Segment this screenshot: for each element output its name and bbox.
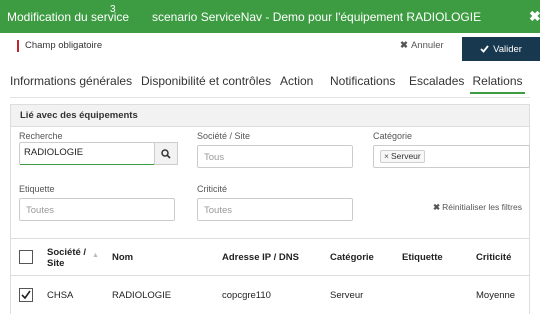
required-field-note: Champ obligatoire bbox=[17, 40, 102, 52]
reset-filters-label: Réinitialiser les filtres bbox=[442, 202, 522, 212]
submit-label: Valider bbox=[493, 43, 522, 55]
sort-icon[interactable]: ▲ bbox=[92, 252, 99, 259]
table-top-divider bbox=[11, 238, 529, 239]
search-icon bbox=[161, 148, 171, 159]
category-tag[interactable]: × Serveur bbox=[380, 150, 425, 163]
row-criticity: Moyenne bbox=[476, 290, 516, 301]
tag-placeholder: Toutes bbox=[26, 205, 54, 216]
cancel-button[interactable]: ✖ Annuler bbox=[400, 40, 444, 51]
modal-titlebar: Modification du service 3 scenario Servi… bbox=[0, 0, 540, 33]
tag-select[interactable]: Toutes bbox=[19, 198, 175, 221]
tab-notifications[interactable]: Notifications bbox=[330, 74, 395, 88]
search-button[interactable] bbox=[154, 142, 178, 165]
site-label: Société / Site bbox=[197, 131, 251, 141]
x-icon: ✖ bbox=[400, 40, 408, 51]
site-placeholder: Tous bbox=[204, 152, 225, 163]
tab-action[interactable]: Action bbox=[280, 74, 313, 88]
column-site-line2[interactable]: Site bbox=[47, 258, 64, 269]
modal-subtitle: scenario ServiceNav - Demo pour l'équipe… bbox=[152, 10, 482, 24]
tab-bar: Informations générales Disponibilité et … bbox=[0, 74, 540, 98]
cancel-label: Annuler bbox=[410, 40, 444, 51]
tag-label: Etiquette bbox=[19, 184, 55, 194]
tab-escalations[interactable]: Escalades bbox=[409, 74, 464, 88]
column-site-line1[interactable]: Société / bbox=[47, 247, 86, 258]
column-address[interactable]: Adresse IP / DNS bbox=[222, 252, 299, 263]
row-site: CHSA bbox=[47, 290, 74, 301]
column-criticity[interactable]: Criticité bbox=[476, 252, 511, 263]
row-name: RADIOLOGIE bbox=[112, 290, 172, 301]
service-modal: Modification du service 3 scenario Servi… bbox=[0, 0, 540, 314]
criticity-select[interactable]: Toutes bbox=[197, 198, 353, 221]
search-label: Recherche bbox=[19, 131, 63, 141]
tab-divider bbox=[10, 97, 530, 98]
criticity-label: Criticité bbox=[197, 184, 228, 194]
column-name[interactable]: Nom bbox=[112, 252, 133, 263]
site-select[interactable]: Tous bbox=[197, 145, 353, 168]
column-category[interactable]: Catégorie bbox=[330, 252, 374, 263]
panel-title: Lié avec des équipements bbox=[20, 110, 138, 121]
row-category: Serveur bbox=[330, 290, 364, 301]
table-header-divider bbox=[11, 275, 529, 276]
check-icon bbox=[480, 45, 489, 53]
remove-tag-icon[interactable]: × bbox=[384, 151, 389, 161]
check-icon bbox=[21, 290, 31, 300]
submit-button[interactable]: Valider bbox=[462, 37, 540, 61]
reset-filters-button[interactable]: ✖ Réinitialiser les filtres bbox=[433, 202, 522, 213]
modal-title-superscript: 3 bbox=[110, 4, 116, 15]
category-label: Catégorie bbox=[373, 131, 413, 141]
search-input[interactable]: RADIOLOGIE bbox=[19, 142, 155, 165]
row-address: copcgre110 bbox=[222, 290, 271, 301]
x-icon: ✖ bbox=[433, 202, 441, 212]
criticity-placeholder: Toutes bbox=[204, 205, 232, 216]
tab-relations[interactable]: Relations bbox=[470, 74, 525, 94]
tab-availability[interactable]: Disponibilité et contrôles bbox=[141, 74, 271, 88]
select-all-checkbox[interactable] bbox=[19, 250, 33, 264]
row-checkbox[interactable] bbox=[19, 288, 33, 302]
search-focus-line bbox=[20, 164, 155, 165]
panel-header: Lié avec des équipements bbox=[11, 105, 529, 127]
search-value: RADIOLOGIE bbox=[24, 147, 84, 158]
close-icon[interactable]: ✖ bbox=[529, 8, 540, 25]
tab-general[interactable]: Informations générales bbox=[10, 74, 132, 88]
column-tag[interactable]: Etiquette bbox=[402, 252, 443, 263]
category-tag-label: Serveur bbox=[390, 151, 421, 161]
